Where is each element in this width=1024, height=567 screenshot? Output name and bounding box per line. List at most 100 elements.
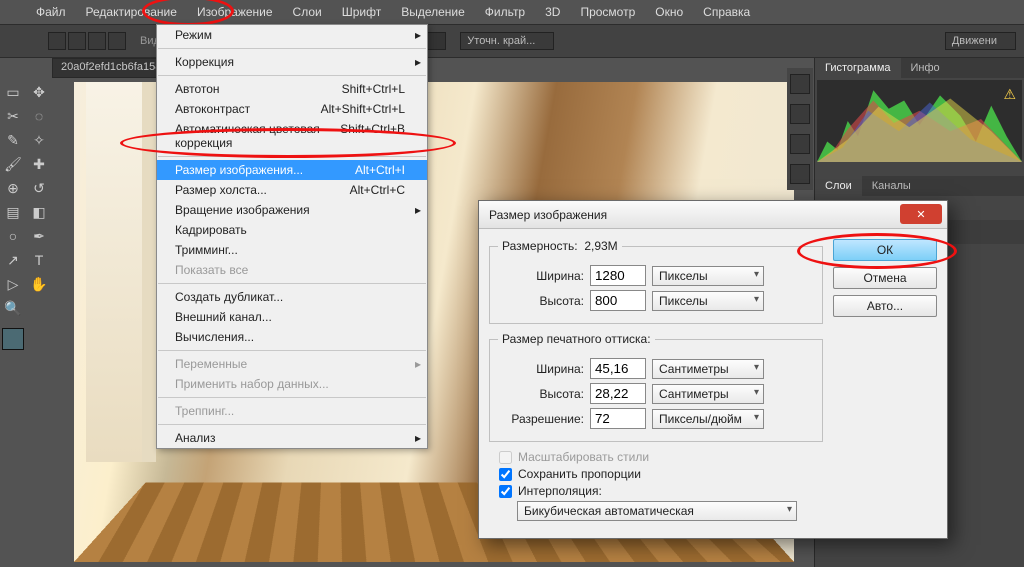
constrain-label: Сохранить пропорции <box>518 467 641 481</box>
tool-brush-icon[interactable]: 🖌 <box>3 154 23 174</box>
cancel-button[interactable]: Отмена <box>833 267 937 289</box>
menuitem[interactable]: Режим <box>157 25 427 45</box>
tool-wand-icon[interactable]: ✧ <box>29 130 49 150</box>
option-bar: Вид: Шир.: Выс.: Уточн. край... Движени <box>0 24 1024 58</box>
panel-ic-3[interactable] <box>790 134 810 154</box>
constrain-row[interactable]: Сохранить пропорции <box>499 467 823 481</box>
constrain-checkbox[interactable] <box>499 468 512 481</box>
menuitem: Применить набор данных... <box>157 374 427 394</box>
px-height-label: Высота: <box>498 294 584 308</box>
interp-row[interactable]: Интерполяция: <box>499 484 823 498</box>
print-width-unit[interactable]: Сантиметры <box>652 359 764 379</box>
menuitem[interactable]: Размер изображения...Alt+Ctrl+I <box>157 160 427 180</box>
menuitem[interactable]: Кадрировать <box>157 220 427 240</box>
menuitem[interactable]: Создать дубликат... <box>157 287 427 307</box>
menuitem[interactable]: Коррекция <box>157 52 427 72</box>
opt-movement-button[interactable]: Движени <box>945 32 1016 50</box>
tool-path-icon[interactable]: ↗ <box>3 250 23 270</box>
resolution-unit[interactable]: Пикселы/дюйм <box>652 409 764 429</box>
print-height-unit[interactable]: Сантиметры <box>652 384 764 404</box>
tool-gradient-icon[interactable]: ▤ <box>3 202 23 222</box>
menu-edit[interactable]: Редактирование <box>76 0 187 24</box>
tab-layers[interactable]: Слои <box>815 176 862 196</box>
menuitem[interactable]: Размер холста...Alt+Ctrl+C <box>157 180 427 200</box>
tool-history-icon[interactable]: ↺ <box>29 178 49 198</box>
menuitem[interactable]: Тримминг... <box>157 240 427 260</box>
menu-filter[interactable]: Фильтр <box>475 0 535 24</box>
interp-checkbox[interactable] <box>499 485 512 498</box>
tool-crop-icon[interactable]: ✂ <box>3 106 23 126</box>
color-swatch[interactable] <box>2 328 24 350</box>
photo-window-left <box>86 82 156 462</box>
dialog-close-button[interactable]: ✕ <box>900 204 942 224</box>
panel-ic-4[interactable] <box>790 164 810 184</box>
panel-ic-2[interactable] <box>790 104 810 124</box>
menu-layers[interactable]: Слои <box>283 0 332 24</box>
dialog-titlebar[interactable]: Размер изображения ✕ <box>479 201 947 229</box>
scale-styles-label: Масштабировать стили <box>518 450 649 464</box>
tool-marquee-icon[interactable]: ▭ <box>3 82 23 102</box>
tool-heal-icon[interactable]: ✚ <box>29 154 49 174</box>
menuitem[interactable]: АвтоконтрастAlt+Shift+Ctrl+L <box>157 99 427 119</box>
opt-icon-group <box>48 32 126 50</box>
menu-select[interactable]: Выделение <box>391 0 475 24</box>
dim-value: 2,93M <box>584 239 617 253</box>
histogram-display: ⚠ <box>817 80 1022 160</box>
tool-eyedrop-icon[interactable]: ✎ <box>3 130 23 150</box>
pixel-dimensions-group: Размерность: 2,93M Ширина: Пикселы Высот… <box>489 239 823 324</box>
opt-refine-button[interactable]: Уточн. край... <box>460 32 554 50</box>
tool-zoom-icon[interactable]: 🔍 <box>3 298 23 318</box>
opt-icon-3[interactable] <box>88 32 106 50</box>
menubar: Файл Редактирование Изображение Слои Шри… <box>0 0 1024 24</box>
menu-view[interactable]: Просмотр <box>570 0 645 24</box>
px-height-unit[interactable]: Пикселы <box>652 291 764 311</box>
tool-pointer-icon[interactable]: ▷ <box>3 274 23 294</box>
opt-icon-4[interactable] <box>108 32 126 50</box>
tool-hand-icon[interactable]: ✋ <box>29 274 49 294</box>
scale-styles-row: Масштабировать стили <box>499 450 823 464</box>
dim-label: Размерность: <box>502 239 578 253</box>
menu-image[interactable]: Изображение <box>187 0 283 24</box>
menu-help[interactable]: Справка <box>693 0 760 24</box>
menuitem[interactable]: Вычисления... <box>157 327 427 347</box>
tool-type-icon[interactable]: T <box>29 250 49 270</box>
menuitem: Переменные <box>157 354 427 374</box>
menu-3d[interactable]: 3D <box>535 0 570 24</box>
tool-stamp-icon[interactable]: ⊕ <box>3 178 23 198</box>
ok-button[interactable]: ОК <box>833 239 937 261</box>
image-size-dialog: Размер изображения ✕ Размерность: 2,93M … <box>478 200 948 539</box>
panel-ic-1[interactable] <box>790 74 810 94</box>
tab-channels[interactable]: Каналы <box>862 176 921 196</box>
resolution-input[interactable] <box>590 408 646 429</box>
tool-lasso-icon[interactable]: ◌ <box>29 106 49 126</box>
scale-styles-checkbox <box>499 451 512 464</box>
print-legend: Размер печатного оттиска: <box>498 332 655 346</box>
menuitem[interactable]: Внешний канал... <box>157 307 427 327</box>
interp-label: Интерполяция: <box>518 484 602 498</box>
menuitem[interactable]: Автоматическая цветовая коррекцияShift+C… <box>157 119 427 153</box>
opt-icon-2[interactable] <box>68 32 86 50</box>
menu-file[interactable]: Файл <box>26 0 76 24</box>
menu-type[interactable]: Шрифт <box>332 0 391 24</box>
tool-move-icon[interactable]: ✥ <box>29 82 49 102</box>
panel-iconstrip <box>787 68 813 190</box>
auto-button[interactable]: Авто... <box>833 295 937 317</box>
menuitem[interactable]: Вращение изображения <box>157 200 427 220</box>
opt-icon-1[interactable] <box>48 32 66 50</box>
layers-panel-tabs: Слои Каналы <box>815 176 1024 196</box>
tab-histogram[interactable]: Гистограмма <box>815 58 901 78</box>
print-height-input[interactable] <box>590 383 646 404</box>
tool-eraser-icon[interactable]: ◧ <box>29 202 49 222</box>
interp-method-dropdown[interactable]: Бикубическая автоматическая <box>517 501 797 521</box>
menu-window[interactable]: Окно <box>645 0 693 24</box>
menuitem[interactable]: АвтотонShift+Ctrl+L <box>157 79 427 99</box>
tab-info[interactable]: Инфо <box>901 58 950 78</box>
tool-dodge-icon[interactable]: ○ <box>3 226 23 246</box>
print-size-group: Размер печатного оттиска: Ширина: Сантим… <box>489 332 823 442</box>
px-width-input[interactable] <box>590 265 646 286</box>
menuitem[interactable]: Анализ <box>157 428 427 448</box>
tool-pen-icon[interactable]: ✒ <box>29 226 49 246</box>
px-width-unit[interactable]: Пикселы <box>652 266 764 286</box>
print-width-input[interactable] <box>590 358 646 379</box>
px-height-input[interactable] <box>590 290 646 311</box>
